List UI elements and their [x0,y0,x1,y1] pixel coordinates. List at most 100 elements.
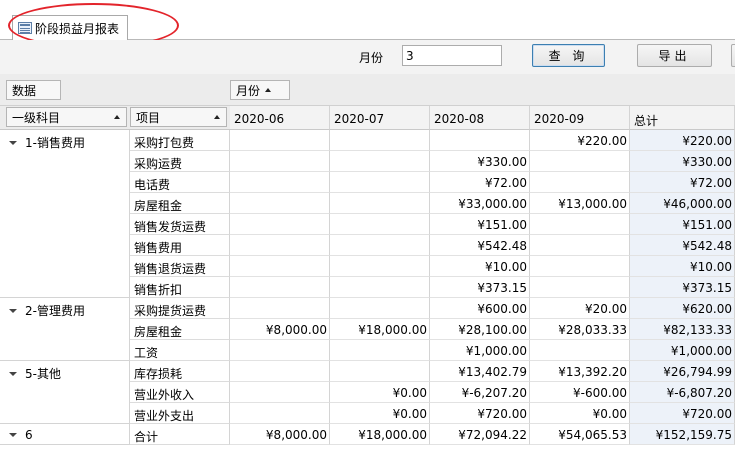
sort-ascending-icon [114,115,120,119]
value-cell: ¥72,094.22 [430,424,530,445]
sort-ascending-icon [214,115,220,119]
value-cell [330,214,430,235]
item-cell: 销售发货运费 [130,214,230,235]
level1-group-cell: 5-其他 [0,361,130,424]
value-cell: ¥33,000.00 [430,193,530,214]
value-cell: ¥0.00 [330,403,430,424]
value-cell: ¥0.00 [330,382,430,403]
total-value-cell: ¥82,133.33 [630,319,735,340]
level1-group-label: 5-其他 [25,367,61,381]
value-cell [230,130,330,151]
value-cell [330,172,430,193]
item-cell: 房屋租金 [130,319,230,340]
pivot-grid: 数据 月份 一级科目 项目 2020-06 2020-07 2020-08 2020-… [0,74,735,452]
value-cell [430,130,530,151]
level1-group-label: 1-销售费用 [25,136,85,150]
item-cell: 库存损耗 [130,361,230,382]
level1-group-cell: 2-管理费用 [0,298,130,361]
total-value-cell: ¥330.00 [630,151,735,172]
value-cell: ¥20.00 [530,298,630,319]
total-value-cell: ¥-6,807.20 [630,382,735,403]
value-cell: ¥542.48 [430,235,530,256]
value-cell [230,193,330,214]
level1-group-cell: 6 [0,424,130,445]
collapse-arrow-icon[interactable] [9,309,17,313]
value-cell: ¥600.00 [430,298,530,319]
item-cell: 营业外收入 [130,382,230,403]
value-cell: ¥720.00 [430,403,530,424]
total-value-cell: ¥151.00 [630,214,735,235]
sort-ascending-icon [265,88,272,92]
total-value-cell: ¥72.00 [630,172,735,193]
more-button[interactable] [731,44,735,67]
total-value-cell: ¥46,000.00 [630,193,735,214]
value-cell: ¥-600.00 [530,382,630,403]
value-cell: ¥13,392.20 [530,361,630,382]
collapse-arrow-icon[interactable] [9,433,17,437]
column-header-month[interactable]: 2020-06 [230,106,330,130]
level1-row-field-button[interactable]: 一级科目 [6,107,127,127]
value-cell [330,193,430,214]
value-cell: ¥13,402.79 [430,361,530,382]
item-field-label: 项目 [136,110,161,125]
export-button[interactable]: 导出 [637,44,712,67]
value-cell [330,277,430,298]
value-cell: ¥18,000.00 [330,424,430,445]
value-cell: ¥72.00 [430,172,530,193]
month-input[interactable] [402,45,502,66]
column-header-month[interactable]: 2020-07 [330,106,430,130]
month-label: 月份 [359,51,384,65]
tab-stage-pl-monthly-report[interactable]: 阶段损益月报表 [12,15,128,40]
value-cell: ¥1,000.00 [430,340,530,361]
tab-strip: 阶段损益月报表 [0,0,735,48]
value-cell: ¥330.00 [430,151,530,172]
item-cell: 工资 [130,340,230,361]
data-field-label: 数据 [12,83,37,98]
value-cell [330,256,430,277]
item-cell: 合计 [130,424,230,445]
item-cell: 营业外支出 [130,403,230,424]
value-cell [230,172,330,193]
level1-group-label: 6 [25,428,33,442]
value-cell [530,256,630,277]
value-cell: ¥151.00 [430,214,530,235]
value-cell [330,151,430,172]
report-icon [18,22,32,34]
value-cell [330,340,430,361]
total-value-cell: ¥26,794.99 [630,361,735,382]
value-cell [530,340,630,361]
total-value-cell: ¥373.15 [630,277,735,298]
item-cell: 采购运费 [130,151,230,172]
query-button[interactable]: 查 询 [532,44,605,67]
report-window: 阶段损益月报表 月份 查 询 导出 数据 月份 一级科目 项目 2020-062… [0,0,735,452]
value-cell: ¥-6,207.20 [430,382,530,403]
value-cell [230,151,330,172]
item-cell: 房屋租金 [130,193,230,214]
total-value-cell: ¥720.00 [630,403,735,424]
total-value-cell: ¥542.48 [630,235,735,256]
value-cell [330,361,430,382]
column-header-month[interactable]: 2020-08 [430,106,530,130]
value-cell: ¥28,033.33 [530,319,630,340]
level1-group-cell: 1-销售费用 [0,130,130,298]
total-value-cell: ¥620.00 [630,298,735,319]
value-cell [230,361,330,382]
level1-field-label: 一级科目 [12,110,61,125]
value-cell [230,403,330,424]
value-cell: ¥54,065.53 [530,424,630,445]
collapse-arrow-icon[interactable] [9,372,17,376]
column-header-month[interactable]: 2020-09 [530,106,630,130]
collapse-arrow-icon[interactable] [9,141,17,145]
month-column-field-button[interactable]: 月份 [230,80,290,100]
tab-label: 阶段损益月报表 [35,21,120,36]
value-cell [230,235,330,256]
item-cell: 销售费用 [130,235,230,256]
item-row-field-button[interactable]: 项目 [130,107,227,127]
value-cell: ¥18,000.00 [330,319,430,340]
pivot-filter-area [0,74,735,106]
data-field-button[interactable]: 数据 [6,80,61,100]
column-header-total[interactable]: 总计 [630,106,735,130]
value-cell [530,277,630,298]
value-cell [230,382,330,403]
group-separator [0,444,130,445]
